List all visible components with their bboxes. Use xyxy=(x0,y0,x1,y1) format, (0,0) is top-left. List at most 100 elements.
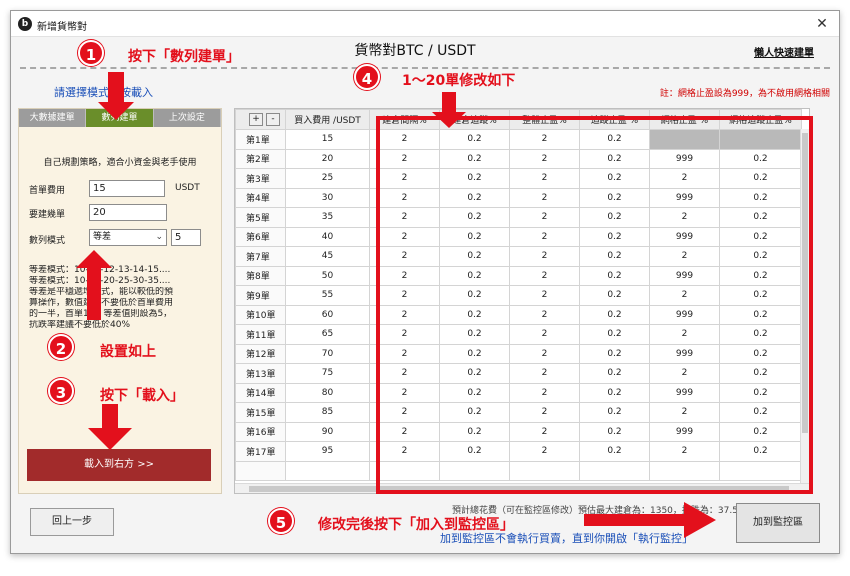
table-cell[interactable]: 2 xyxy=(509,402,580,423)
table-cell[interactable]: 0.2 xyxy=(719,304,802,325)
table-cell[interactable]: 0.2 xyxy=(439,441,510,462)
table-cell[interactable]: 0.2 xyxy=(439,246,510,267)
table-cell[interactable]: 0.2 xyxy=(439,304,510,325)
table-cell[interactable]: 2 xyxy=(509,187,580,208)
table-cell[interactable]: 2 xyxy=(369,187,440,208)
back-button[interactable]: 回上一步 xyxy=(30,508,114,536)
table-cell[interactable]: 0.2 xyxy=(439,187,510,208)
table-cell[interactable]: 0.2 xyxy=(719,421,802,442)
table-cell[interactable]: 0.2 xyxy=(579,285,650,306)
table-cell[interactable]: 0.2 xyxy=(579,324,650,345)
table-cell[interactable]: 0.2 xyxy=(579,148,650,169)
table-cell[interactable]: 999 xyxy=(649,421,720,442)
table-cell[interactable]: 999 xyxy=(649,265,720,286)
table-cell[interactable]: 0.2 xyxy=(719,285,802,306)
table-vertical-scrollbar[interactable] xyxy=(800,129,809,483)
table-cell[interactable] xyxy=(369,460,440,481)
table-cell[interactable]: 0.2 xyxy=(719,226,802,247)
table-cell[interactable]: 2 xyxy=(369,148,440,169)
table-cell[interactable]: 2 xyxy=(369,421,440,442)
table-cell[interactable]: 0.2 xyxy=(439,148,510,169)
table-cell[interactable]: 0.2 xyxy=(579,304,650,325)
table-cell[interactable]: 50 xyxy=(285,265,370,286)
table-cell[interactable]: 0.2 xyxy=(439,382,510,403)
first-fee-input[interactable]: 15 xyxy=(89,180,165,197)
table-cell[interactable]: 0.2 xyxy=(439,421,510,442)
table-cell[interactable]: 2 xyxy=(649,285,720,306)
sequence-mode-select[interactable]: 等差 ⌄ xyxy=(89,229,167,246)
table-cell[interactable]: 999 xyxy=(649,187,720,208)
table-cell[interactable]: 0.2 xyxy=(579,343,650,364)
add-row-button[interactable]: + xyxy=(249,113,263,126)
table-cell[interactable]: 95 xyxy=(285,441,370,462)
table-cell[interactable]: 55 xyxy=(285,285,370,306)
table-cell[interactable]: 2 xyxy=(649,402,720,423)
table-cell[interactable]: 85 xyxy=(285,402,370,423)
table-horizontal-scrollbar[interactable] xyxy=(235,483,809,493)
table-cell[interactable]: 0.2 xyxy=(719,402,802,423)
table-cell[interactable]: 2 xyxy=(509,304,580,325)
table-cell[interactable]: 0.2 xyxy=(579,421,650,442)
table-cell[interactable]: 2 xyxy=(369,343,440,364)
table-cell[interactable]: 999 xyxy=(649,304,720,325)
table-cell[interactable]: 35 xyxy=(285,207,370,228)
table-cell[interactable]: 15 xyxy=(285,129,370,150)
table-cell[interactable]: 0.2 xyxy=(439,226,510,247)
table-cell[interactable]: 2 xyxy=(369,285,440,306)
table-cell[interactable]: 0.2 xyxy=(719,168,802,189)
table-cell[interactable]: 75 xyxy=(285,363,370,384)
table-cell[interactable]: 0.2 xyxy=(719,246,802,267)
table-cell[interactable]: 999 xyxy=(649,148,720,169)
table-cell[interactable] xyxy=(285,460,370,481)
table-cell[interactable]: 0.2 xyxy=(579,402,650,423)
table-cell[interactable]: 0.2 xyxy=(719,343,802,364)
table-cell[interactable]: 2 xyxy=(649,168,720,189)
table-cell[interactable]: 0.2 xyxy=(719,207,802,228)
table-cell[interactable]: 0.2 xyxy=(579,246,650,267)
table-cell[interactable]: 45 xyxy=(285,246,370,267)
add-to-monitor-button[interactable]: 加到監控區 xyxy=(736,503,820,543)
table-cell[interactable]: 0.2 xyxy=(719,363,802,384)
table-cell[interactable]: 0.2 xyxy=(579,226,650,247)
table-cell[interactable] xyxy=(649,460,720,481)
table-cell[interactable]: 0.2 xyxy=(719,265,802,286)
scrollbar-thumb[interactable] xyxy=(249,486,789,492)
table-cell[interactable]: 2 xyxy=(369,441,440,462)
table-cell[interactable]: 0.2 xyxy=(439,402,510,423)
table-cell[interactable]: 2 xyxy=(369,207,440,228)
table-cell[interactable]: 2 xyxy=(369,226,440,247)
table-cell[interactable]: 2 xyxy=(369,324,440,345)
table-cell[interactable]: 60 xyxy=(285,304,370,325)
table-cell[interactable] xyxy=(719,460,802,481)
table-cell[interactable]: 999 xyxy=(649,343,720,364)
table-cell[interactable]: 2 xyxy=(509,246,580,267)
table-cell[interactable]: 0.2 xyxy=(579,441,650,462)
table-cell[interactable] xyxy=(439,460,510,481)
load-to-right-button[interactable]: 載入到右方 >> xyxy=(27,449,211,481)
table-cell[interactable]: 0.2 xyxy=(439,363,510,384)
table-cell[interactable]: 0.2 xyxy=(579,382,650,403)
table-cell[interactable]: 25 xyxy=(285,168,370,189)
table-cell[interactable]: 0.2 xyxy=(719,324,802,345)
table-cell[interactable]: 2 xyxy=(509,148,580,169)
table-cell[interactable]: 0.2 xyxy=(439,129,510,150)
table-cell[interactable]: 2 xyxy=(649,207,720,228)
table-cell[interactable]: 2 xyxy=(369,304,440,325)
table-cell[interactable]: 0.2 xyxy=(579,129,650,150)
table-cell[interactable]: 2 xyxy=(509,421,580,442)
table-cell[interactable]: 0.2 xyxy=(719,187,802,208)
close-icon[interactable]: ✕ xyxy=(813,15,831,33)
table-cell[interactable]: 2 xyxy=(369,402,440,423)
table-cell[interactable]: 2 xyxy=(649,246,720,267)
tab-big-data[interactable]: 大數據建單 xyxy=(19,109,87,127)
table-cell[interactable]: 2 xyxy=(509,441,580,462)
table-cell[interactable] xyxy=(649,129,720,150)
table-cell[interactable]: 0.2 xyxy=(579,187,650,208)
quick-build-link[interactable]: 懶人快速建單 xyxy=(754,44,814,59)
table-cell[interactable]: 2 xyxy=(509,226,580,247)
table-cell[interactable]: 0.2 xyxy=(579,207,650,228)
table-cell[interactable]: 2 xyxy=(369,363,440,384)
table-cell[interactable]: 2 xyxy=(509,382,580,403)
table-cell[interactable]: 0.2 xyxy=(719,148,802,169)
table-cell[interactable]: 30 xyxy=(285,187,370,208)
